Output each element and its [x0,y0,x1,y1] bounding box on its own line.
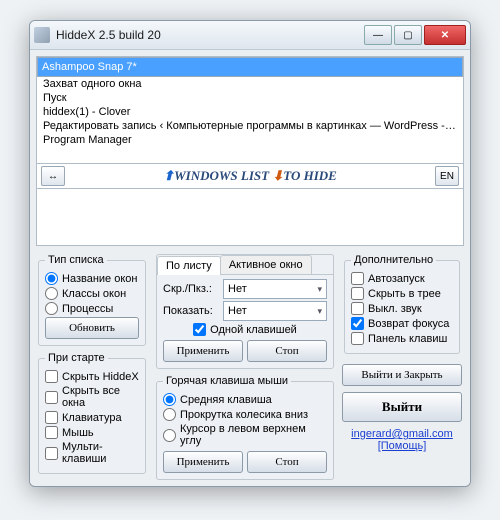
windows-list[interactable]: Ashampoo Snap 7* Захват одного окна Пуск… [36,56,464,164]
extras-legend: Дополнительно [351,254,436,266]
list-item[interactable]: hiddex(1) - Clover [37,105,463,119]
mouse-hotkey-group: Горячая клавиша мыши Средняя клавиша Про… [156,375,334,480]
list-item[interactable]: Редактировать запись ‹ Компьютерные прог… [37,119,463,133]
exit-button[interactable]: Выйти [342,392,462,422]
chk-mute[interactable]: Выкл. звук [351,302,453,315]
show-label: Показать: [163,305,219,317]
tab-by-list[interactable]: По листу [157,256,221,275]
hide-show-select[interactable]: Нет▾ [223,279,327,299]
maximize-button[interactable]: ▢ [394,25,422,45]
exit-and-close-button[interactable]: Выйти и Закрыть [342,364,462,386]
list-type-group: Тип списка Название окон Классы окон Про… [38,254,146,346]
at-start-legend: При старте [45,352,108,364]
chk-autostart[interactable]: Автозапуск [351,272,453,285]
radio-middle-button[interactable]: Средняя клавиша [163,393,327,406]
list-item[interactable]: Ashampoo Snap 7* [37,57,463,77]
mouse-stop-button[interactable]: Стоп [247,451,327,473]
close-button[interactable]: ✕ [424,25,466,45]
center-group: По листу Активное окно Скр./Пкз.: Нет▾ П… [156,254,334,369]
expand-horizontal-icon[interactable]: ↔ [41,166,65,186]
chk-keyboard[interactable]: Клавиатура [45,411,139,424]
app-icon [34,27,50,43]
radio-window-names[interactable]: Название окон [45,272,139,285]
help-link[interactable]: [Помощь] [378,440,427,452]
banner-label: ⬆WINDOWS LIST ⬇TO HIDE [65,168,435,184]
tab-active-window[interactable]: Активное окно [220,255,312,274]
apply-button[interactable]: Применить [163,340,243,362]
refresh-button[interactable]: Обновить [45,317,139,339]
chk-key-panel[interactable]: Панель клавиш [351,332,453,345]
radio-wheel-down[interactable]: Прокрутка колесика вниз [163,408,327,421]
list-type-legend: Тип списка [45,254,107,266]
chk-return-focus[interactable]: Возврат фокуса [351,317,453,330]
titlebar: HiddeX 2.5 build 20 — ▢ ✕ [30,21,470,50]
language-button[interactable]: EN [435,166,459,186]
chk-hide-hiddex[interactable]: Скрыть HiddeX [45,370,139,383]
hide-list[interactable] [36,189,464,246]
mouse-apply-button[interactable]: Применить [163,451,243,473]
stop-button[interactable]: Стоп [247,340,327,362]
list-item[interactable]: Program Manager [37,133,463,147]
show-select[interactable]: Нет▾ [223,301,327,321]
at-start-group: При старте Скрыть HiddeX Скрыть все окна… [38,352,146,474]
window-title: HiddeX 2.5 build 20 [56,28,364,42]
chk-hide-tray[interactable]: Скрыть в трее [351,287,453,300]
radio-cursor-corner[interactable]: Курсор в левом верхнем углу [163,423,327,447]
email-link[interactable]: ingerard@gmail.com [351,428,453,440]
minimize-button[interactable]: — [364,25,392,45]
chk-hide-all[interactable]: Скрыть все окна [45,385,139,409]
list-item[interactable]: Пуск [37,91,463,105]
mouse-hotkey-legend: Горячая клавиша мыши [163,375,291,387]
chk-multikeys[interactable]: Мульти-клавиши [45,441,139,465]
chevron-down-icon: ▾ [317,306,322,317]
chevron-down-icon: ▾ [317,284,322,295]
hide-show-label: Скр./Пкз.: [163,283,219,295]
radio-window-classes[interactable]: Классы окон [45,287,139,300]
chk-one-key[interactable]: Одной клавишей [163,323,327,336]
extras-group: Дополнительно Автозапуск Скрыть в трее В… [344,254,460,354]
chk-mouse[interactable]: Мышь [45,426,139,439]
radio-processes[interactable]: Процессы [45,302,139,315]
list-item[interactable]: Захват одного окна [37,77,463,91]
